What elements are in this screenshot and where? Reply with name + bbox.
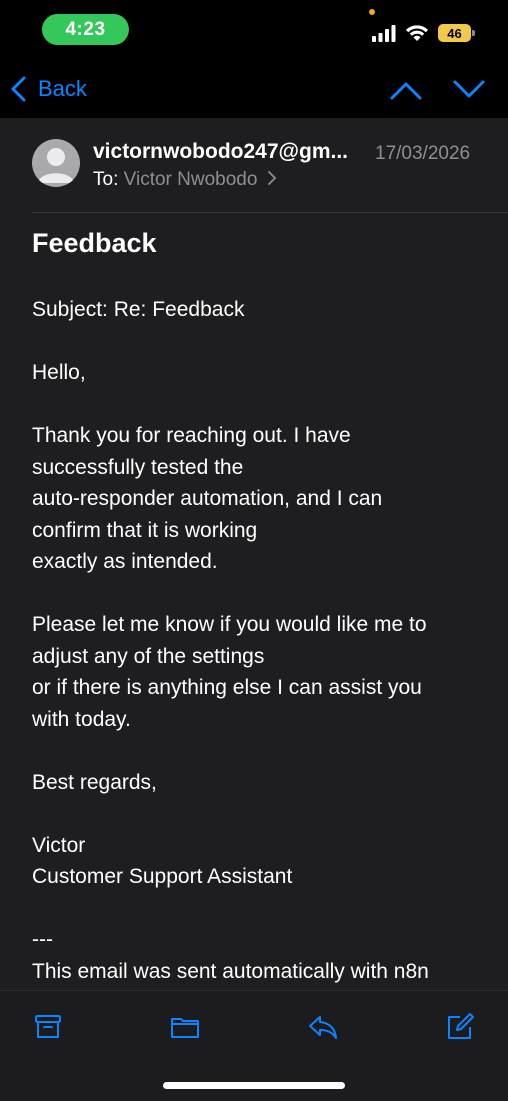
recipient-name: Victor Nwobodo — [123, 169, 258, 190]
archive-icon[interactable] — [32, 1011, 64, 1043]
body-line: --- — [32, 928, 53, 951]
next-message-chevron-down-icon[interactable] — [452, 78, 486, 102]
chevron-right-icon — [267, 171, 276, 185]
reply-icon[interactable] — [307, 1011, 339, 1043]
header-divider — [32, 212, 508, 213]
body-line: adjust any of the settings — [32, 644, 265, 668]
back-label: Back — [38, 76, 87, 101]
body-line: This email was sent automatically with n… — [32, 959, 429, 983]
body-line: Customer Support Assistant — [32, 865, 293, 888]
home-indicator[interactable] — [163, 1082, 345, 1089]
body-line: exactly as intended. — [32, 550, 218, 573]
body-line: with today. — [32, 707, 131, 731]
body-line: Thank you for reaching out. I have — [32, 424, 351, 447]
email-date: 17/03/2026 — [375, 143, 471, 164]
to-label: To: — [93, 169, 119, 190]
wifi-icon — [406, 25, 428, 41]
privacy-indicator-dot — [369, 9, 375, 15]
body-line: successfully tested the — [32, 455, 244, 479]
body-line: Please let me know if you would like me … — [32, 613, 427, 636]
sender-address[interactable]: victornwobodo247@gm... — [93, 140, 348, 164]
body-line: Hello, — [32, 361, 86, 384]
cellular-signal-icon — [372, 25, 396, 42]
recipient-line[interactable]: To: Victor Nwobodo — [93, 169, 277, 191]
status-time[interactable]: 4:23 — [42, 14, 129, 45]
body-line: or if there is anything else I can assis… — [32, 676, 422, 699]
body-line: Subject: Re: Feedback — [32, 298, 245, 321]
battery-level: 46 — [447, 25, 462, 41]
previous-message-chevron-up-icon[interactable] — [389, 78, 423, 102]
status-bar: 4:23 46 — [0, 0, 508, 62]
body-line: Best regards, — [32, 770, 157, 794]
battery-indicator: 46 — [438, 24, 471, 42]
navigation-bar: Back — [0, 62, 508, 118]
battery-tip — [472, 30, 475, 36]
body-line: Victor — [32, 833, 86, 857]
body-line: confirm that it is working — [32, 518, 258, 542]
person-icon — [38, 148, 74, 183]
chevron-left-icon — [11, 76, 26, 102]
folder-icon[interactable] — [169, 1011, 201, 1043]
email-subject-title: Feedback — [32, 228, 157, 258]
back-button[interactable]: Back — [10, 76, 87, 102]
email-body: Subject: Re: Feedback Hello, Thank you f… — [32, 294, 492, 987]
sender-avatar[interactable] — [32, 139, 80, 187]
compose-icon[interactable] — [444, 1011, 476, 1043]
body-line: auto-responder automation, and I can — [32, 487, 383, 510]
